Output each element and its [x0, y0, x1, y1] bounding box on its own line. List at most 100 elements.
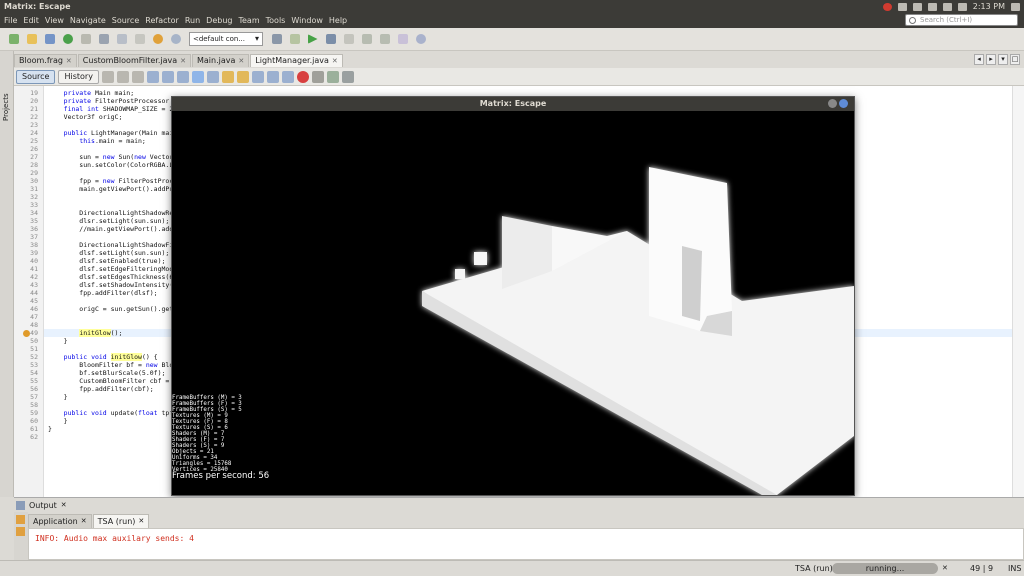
tab-lightmanager-java[interactable]: LightManager.java ✕: [250, 54, 343, 67]
shift-left-icon[interactable]: [221, 70, 234, 83]
game-window[interactable]: Matrix: Escape FrameBuffers (M) = 3 Fram…: [171, 96, 855, 496]
close-icon[interactable]: ✕: [61, 501, 67, 509]
game-window-titlebar[interactable]: Matrix: Escape: [172, 97, 854, 111]
toolbar-button-3[interactable]: [395, 32, 410, 47]
save-button[interactable]: [114, 32, 129, 47]
menu-view[interactable]: View: [45, 13, 64, 28]
close-icon[interactable]: ✕: [180, 55, 186, 67]
new-file-button[interactable]: [24, 32, 39, 47]
close-icon[interactable]: ✕: [138, 515, 144, 528]
stop-macro-icon[interactable]: [311, 70, 324, 83]
caret-position[interactable]: 49 | 9: [970, 561, 993, 576]
run-button[interactable]: [305, 32, 320, 47]
configuration-select[interactable]: <default con...: [189, 32, 263, 46]
shift-right-icon[interactable]: [236, 70, 249, 83]
tab-bloom-frag[interactable]: Bloom.frag ✕: [14, 54, 77, 67]
chevron-down-icon[interactable]: ▾: [998, 54, 1008, 65]
debug-button[interactable]: [323, 32, 338, 47]
toolbar-button-4[interactable]: [413, 32, 428, 47]
chevron-left-icon[interactable]: ◂: [974, 54, 984, 65]
undo-button[interactable]: [150, 32, 165, 47]
menu-file[interactable]: File: [4, 13, 17, 28]
line-number: 19: [30, 89, 38, 97]
find-next-icon[interactable]: [176, 70, 189, 83]
game-scene[interactable]: [172, 111, 854, 495]
menu-debug[interactable]: Debug: [206, 13, 232, 28]
comment-icon[interactable]: [251, 70, 264, 83]
toolbar-button-1[interactable]: [359, 32, 374, 47]
plugin-button[interactable]: [78, 32, 93, 47]
menu-refactor[interactable]: Refactor: [145, 13, 179, 28]
new-project-button[interactable]: [6, 32, 21, 47]
format-icon[interactable]: [281, 70, 294, 83]
last-edit-icon[interactable]: [101, 70, 114, 83]
projects-sidebar[interactable]: Projects: [0, 51, 14, 497]
volume-icon[interactable]: [957, 2, 967, 11]
code-text: }: [48, 417, 68, 425]
rerun-icon[interactable]: [16, 515, 25, 524]
toggle-bookmark-icon[interactable]: [206, 70, 219, 83]
build-button[interactable]: [269, 32, 284, 47]
menu-source[interactable]: Source: [112, 13, 139, 28]
profile-button[interactable]: [341, 32, 356, 47]
download-button[interactable]: [60, 32, 75, 47]
menu-navigate[interactable]: Navigate: [70, 13, 106, 28]
start-macro-icon[interactable]: [326, 70, 339, 83]
record-macro-icon[interactable]: [296, 70, 309, 83]
keyboard-icon[interactable]: [912, 2, 922, 11]
rerun-with-options-icon[interactable]: [16, 527, 25, 536]
menu-edit[interactable]: Edit: [23, 13, 39, 28]
back-icon[interactable]: [116, 70, 129, 83]
gear-icon[interactable]: [1011, 2, 1020, 11]
tab-main-java[interactable]: Main.java ✕: [192, 54, 250, 67]
editor-scrollbar[interactable]: [1012, 86, 1024, 497]
redo-button[interactable]: [168, 32, 183, 47]
tab-application[interactable]: Application ✕: [28, 514, 92, 528]
clock[interactable]: 2:13 PM: [973, 0, 1005, 13]
minimize-icon[interactable]: [828, 99, 837, 108]
code-text: fpp.addFilter(dlsf);: [48, 289, 158, 297]
source-button[interactable]: Source: [16, 69, 56, 84]
power-indicator-icon[interactable]: [882, 2, 892, 11]
menu-tools[interactable]: Tools: [266, 13, 286, 28]
mail-icon[interactable]: [897, 2, 907, 11]
running-project[interactable]: TSA (run): [795, 561, 833, 576]
output-console[interactable]: INFO: Audio max auxilary sends: 4: [28, 528, 1024, 560]
projects-label[interactable]: Projects: [2, 93, 10, 121]
tab-tsa-run[interactable]: TSA (run) ✕: [92, 514, 150, 528]
chevron-right-icon[interactable]: ▸: [986, 54, 996, 65]
output-title[interactable]: Output: [29, 501, 57, 510]
battery-icon[interactable]: [942, 2, 952, 11]
forward-icon[interactable]: [131, 70, 144, 83]
diff-icon[interactable]: [341, 70, 354, 83]
search-input[interactable]: Search (Ctrl+I): [905, 14, 1018, 26]
window-title-bar: Matrix: Escape 2:13 PM: [0, 0, 1024, 13]
line-number: 32: [30, 193, 38, 201]
save-all-button[interactable]: [96, 32, 111, 47]
close-icon[interactable]: ✕: [66, 55, 72, 67]
find-previous-icon[interactable]: [161, 70, 174, 83]
menu-help[interactable]: Help: [329, 13, 347, 28]
close-icon[interactable]: ✕: [81, 515, 87, 528]
close-icon[interactable]: ✕: [942, 561, 948, 576]
clean-build-button[interactable]: [287, 32, 302, 47]
close-icon[interactable]: ✕: [332, 55, 338, 67]
find-icon[interactable]: [146, 70, 159, 83]
tab-custombloomfilter[interactable]: CustomBloomFilter.java ✕: [77, 54, 191, 67]
wifi-icon[interactable]: [927, 2, 937, 11]
open-project-button[interactable]: [42, 32, 57, 47]
close-icon[interactable]: [839, 99, 848, 108]
print-button[interactable]: [132, 32, 147, 47]
code-text: dlsf.setLight(sun.sun);: [48, 249, 170, 257]
menu-team[interactable]: Team: [238, 13, 259, 28]
toggle-highlight-icon[interactable]: [191, 70, 204, 83]
maximize-icon[interactable]: □: [1010, 54, 1020, 65]
history-button[interactable]: History: [58, 69, 99, 84]
toolbar-button-2[interactable]: [377, 32, 392, 47]
progress-bar[interactable]: running...: [832, 563, 938, 574]
menu-window[interactable]: Window: [291, 13, 323, 28]
uncomment-icon[interactable]: [266, 70, 279, 83]
close-icon[interactable]: ✕: [238, 55, 244, 67]
output-header: Output ✕: [14, 497, 1024, 512]
menu-run[interactable]: Run: [185, 13, 200, 28]
